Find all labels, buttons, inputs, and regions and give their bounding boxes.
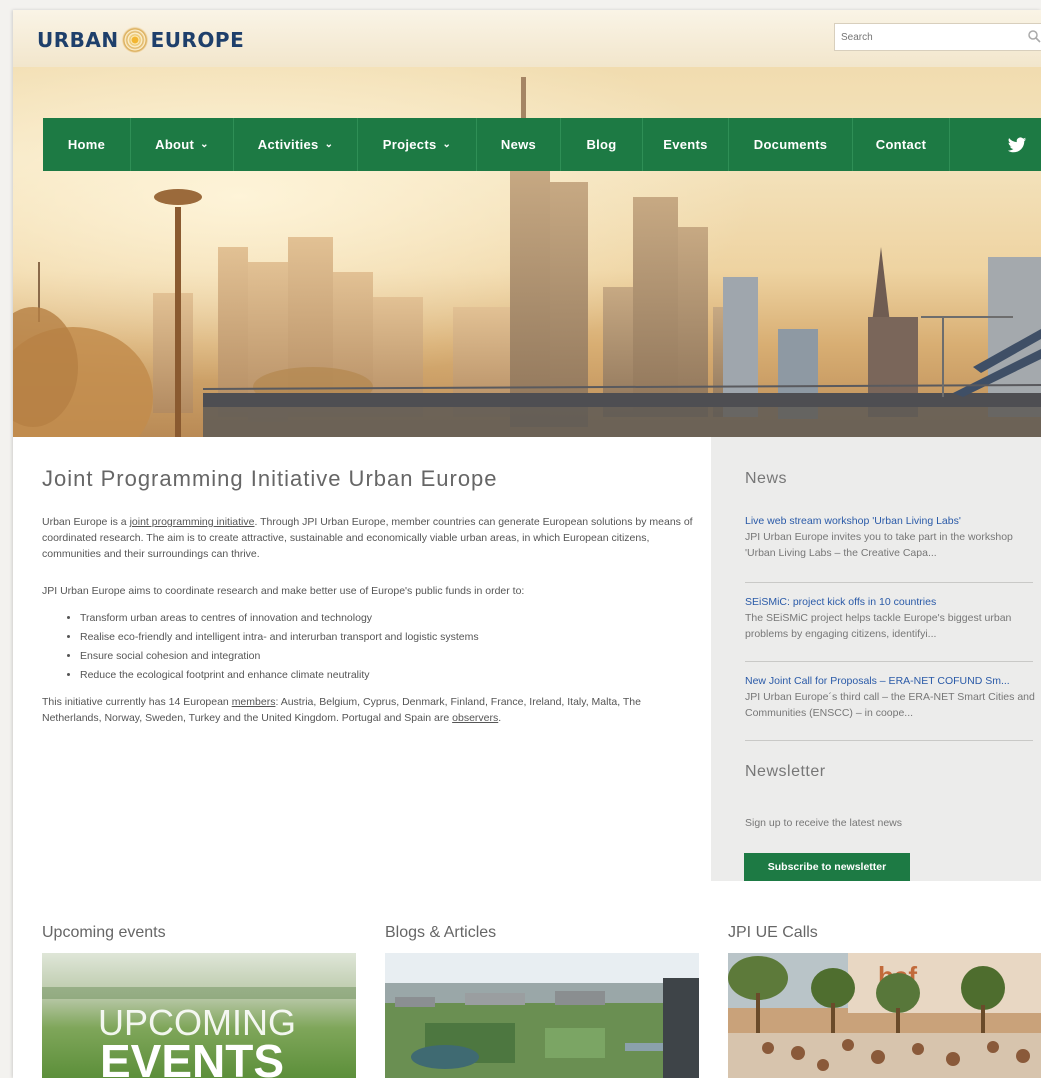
divider: [745, 661, 1033, 662]
main-navigation: Home About ⌄ Activities ⌄ Projects ⌄ News B…: [43, 118, 1041, 171]
members-text: .: [498, 712, 502, 724]
logo-mark-icon: [119, 25, 150, 55]
search-input[interactable]: [835, 24, 1017, 50]
nav-blog[interactable]: Blog: [561, 118, 643, 171]
nav-label: Events: [663, 137, 708, 152]
list-item: Reduce the ecological footprint and enha…: [80, 666, 479, 685]
members-paragraph: This initiative currently has 14 Europea…: [42, 694, 702, 726]
nav-news[interactable]: News: [477, 118, 561, 171]
nav-label: Documents: [753, 137, 828, 152]
nav-label: Projects: [382, 137, 437, 152]
subscribe-button[interactable]: Subscribe to newsletter: [744, 853, 910, 881]
aims-intro: JPI Urban Europe aims to coordinate rese…: [42, 585, 525, 597]
members-link[interactable]: members: [232, 696, 276, 708]
blogs-articles-image[interactable]: [385, 953, 699, 1078]
intro-paragraph: Urban Europe is a joint programming init…: [42, 514, 702, 562]
logo-text-europe: EUROPE: [150, 28, 245, 52]
news-heading: News: [745, 470, 788, 487]
news-excerpt: JPI Urban Europe invites you to take par…: [745, 531, 1013, 559]
members-text: This initiative currently has 14 Europea…: [42, 696, 232, 708]
list-item: Transform urban areas to centres of inno…: [80, 609, 479, 628]
page: URBAN EUROPE Search Home About ⌄ Activit…: [13, 10, 1041, 1078]
news-excerpt: The SEiSMiC project helps tackle Europe'…: [745, 612, 1012, 640]
upcoming-events-image[interactable]: UPCOMING EVENTS: [42, 953, 356, 1078]
search-box: [834, 23, 1041, 51]
image-text: EVENTS: [100, 1035, 284, 1078]
site-logo[interactable]: URBAN EUROPE: [37, 25, 245, 55]
sidebar: News Live web stream workshop 'Urban Liv…: [711, 437, 1041, 881]
nav-events[interactable]: Events: [643, 118, 729, 171]
news-title-link[interactable]: New Joint Call for Proposals – ERA-NET C…: [745, 674, 1035, 689]
chevron-down-icon: ⌄: [324, 139, 334, 150]
observers-link[interactable]: observers: [452, 712, 498, 724]
nav-label: About: [155, 137, 195, 152]
nav-documents[interactable]: Documents: [729, 118, 853, 171]
blogs-articles-heading: Blogs & Articles: [385, 924, 497, 941]
page-title: Joint Programming Initiative Urban Europ…: [42, 466, 498, 491]
chevron-down-icon: ⌄: [200, 139, 209, 150]
news-title-link[interactable]: SEiSMiC: project kick offs in 10 countri…: [745, 595, 1035, 610]
news-item: Live web stream workshop 'Urban Living L…: [745, 514, 1035, 561]
news-excerpt: JPI Urban Europe´s third call – the ERA-…: [745, 691, 1035, 719]
nav-label: Activities: [257, 137, 319, 152]
news-title-link[interactable]: Live web stream workshop 'Urban Living L…: [745, 514, 1035, 529]
upcoming-events-heading: Upcoming events: [42, 924, 166, 941]
list-item: Realise eco-friendly and intelligent int…: [80, 628, 479, 647]
search-icon[interactable]: [1027, 29, 1041, 43]
joint-programming-link[interactable]: joint programming initiative: [130, 516, 255, 528]
divider: [745, 582, 1033, 583]
jpi-ue-calls-image[interactable]: baf: [728, 953, 1041, 1078]
news-item: New Joint Call for Proposals – ERA-NET C…: [745, 674, 1035, 721]
nav-home[interactable]: Home: [43, 118, 131, 171]
nav-contact[interactable]: Contact: [853, 118, 950, 171]
jpi-ue-calls-heading: JPI UE Calls: [728, 924, 818, 941]
aims-list: Transform urban areas to centres of inno…: [66, 609, 479, 685]
main-content: Joint Programming Initiative Urban Europ…: [16, 437, 711, 727]
nav-label: Blog: [586, 137, 617, 152]
nav-label: Home: [67, 137, 106, 152]
site-header: URBAN EUROPE: [13, 10, 1041, 67]
newsletter-heading: Newsletter: [745, 763, 826, 780]
divider: [745, 740, 1033, 741]
newsletter-description: Sign up to receive the latest news: [745, 817, 903, 829]
nav-activities[interactable]: Activities ⌄: [234, 118, 358, 171]
twitter-icon[interactable]: [1007, 135, 1027, 155]
intro-text: Urban Europe is a: [42, 516, 130, 528]
news-item: SEiSMiC: project kick offs in 10 countri…: [745, 595, 1035, 642]
list-item: Ensure social cohesion and integration: [80, 647, 479, 666]
nav-label: News: [500, 137, 537, 152]
nav-about[interactable]: About ⌄: [131, 118, 234, 171]
logo-text-urban: URBAN: [37, 28, 119, 52]
chevron-down-icon: ⌄: [442, 139, 452, 150]
nav-projects[interactable]: Projects ⌄: [358, 118, 477, 171]
nav-label: Contact: [875, 137, 927, 152]
